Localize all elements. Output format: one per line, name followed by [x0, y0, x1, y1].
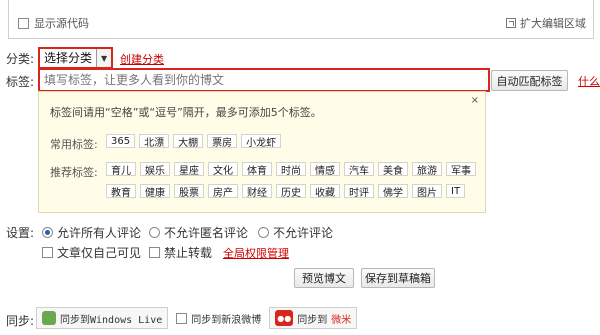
windows-live-icon [42, 311, 56, 325]
tag-chip[interactable]: 教育 [106, 184, 136, 199]
close-icon[interactable]: × [471, 95, 479, 106]
comment-all-label: 允许所有人评论 [57, 226, 142, 240]
sync-weibo-option[interactable]: 同步到新浪微博 [176, 311, 261, 326]
self-only-label: 文章仅自己可见 [57, 246, 142, 260]
tag-chip[interactable]: 图片 [412, 184, 442, 199]
comment-none-label: 不允许评论 [273, 226, 334, 240]
tag-chip[interactable]: 娱乐 [140, 162, 170, 177]
tag-suggestion-panel: × 标签间请用“空格”或“逗号”隔开，最多可添加5个标签。 常用标签: 365 … [38, 91, 486, 213]
tag-chip[interactable]: 365 [106, 134, 136, 148]
self-only-option[interactable]: 文章仅自己可见 [42, 244, 141, 261]
tag-chip[interactable]: 大棚 [173, 134, 204, 149]
category-selected: 选择分类 [44, 51, 93, 65]
sync-weibo-checkbox[interactable] [176, 312, 188, 324]
auto-match-tags-button[interactable]: 自动匹配标签 [491, 70, 568, 91]
tag-chip[interactable]: 星座 [174, 162, 204, 177]
category-select[interactable]: 选择分类 ▼ [38, 47, 114, 69]
sync-label: 同步: [6, 314, 35, 328]
tag-chip[interactable]: 财经 [242, 184, 272, 199]
tag-chip[interactable]: 文化 [208, 162, 238, 177]
tag-chip[interactable]: 体育 [242, 162, 272, 177]
sync-options: 同步到Windows Live 同步到新浪微博 ●● 同步到 微米 [36, 306, 358, 330]
sync-windows-live-button[interactable]: 同步到Windows Live [36, 307, 169, 329]
no-repost-option[interactable]: 禁止转载 [149, 244, 212, 261]
comment-anon-option[interactable]: 不允许匿名评论 [149, 224, 248, 241]
expand-editor-button[interactable]: 扩大编辑区域 [506, 15, 586, 31]
tag-chip[interactable]: 佛学 [378, 184, 408, 199]
self-only-checkbox[interactable] [42, 247, 53, 258]
preview-button[interactable]: 预览博文 [294, 268, 354, 288]
tags-label: 标签: [6, 75, 35, 89]
tag-chip[interactable]: 北漂 [139, 134, 170, 149]
sync-weimi-button[interactable]: ●● 同步到 微米 [269, 307, 358, 329]
tag-hint: 标签间请用“空格”或“逗号”隔开，最多可添加5个标签。 [50, 106, 322, 119]
create-category-link[interactable]: 创建分类 [120, 51, 164, 67]
category-label: 分类: [6, 52, 35, 66]
tag-chip[interactable]: 美食 [378, 162, 408, 177]
permission-link[interactable]: 全局权限管理 [223, 245, 289, 261]
recommended-tags-row1: 育儿 娱乐 星座 文化 体育 时尚 情感 汽车 美食 旅游 军事 [106, 162, 476, 177]
no-repost-checkbox[interactable] [149, 247, 160, 258]
show-source-toggle[interactable]: 显示源代码 [18, 15, 89, 31]
tag-chip[interactable]: 汽车 [344, 162, 374, 177]
common-tags-label: 常用标签: [50, 138, 98, 151]
tag-chip[interactable]: 历史 [276, 184, 306, 199]
tag-chip[interactable]: 时评 [344, 184, 374, 199]
no-repost-label: 禁止转载 [164, 246, 213, 260]
comment-none-radio[interactable] [258, 227, 269, 238]
comment-anon-radio[interactable] [149, 227, 160, 238]
tag-chip[interactable]: 股票 [174, 184, 204, 199]
chevron-down-icon[interactable]: ▼ [96, 49, 112, 67]
tag-chip[interactable]: 育儿 [106, 162, 136, 177]
tag-input-wrapper [38, 68, 490, 92]
recommended-tags-row2: 教育 健康 股票 房产 财经 历史 收藏 时评 佛学 图片 IT [106, 184, 466, 199]
expand-icon [506, 18, 516, 28]
recommended-tags-label: 推荐标签: [50, 166, 98, 179]
comment-none-option[interactable]: 不允许评论 [258, 224, 333, 241]
settings-label: 设置: [6, 226, 35, 240]
tag-chip[interactable]: 军事 [446, 162, 476, 177]
sync-weimi-prefix: 同步到 [297, 314, 328, 326]
common-tags: 365 北漂 大棚 票房 小龙虾 [106, 134, 282, 149]
tag-chip[interactable]: 时尚 [276, 162, 306, 177]
comment-all-option[interactable]: 允许所有人评论 [42, 224, 141, 241]
comment-all-radio[interactable] [42, 227, 53, 238]
what-is-tag-link[interactable]: 什么 [578, 73, 600, 89]
comment-anon-label: 不允许匿名评论 [164, 226, 249, 240]
tag-chip[interactable]: 房产 [208, 184, 238, 199]
tag-input[interactable] [40, 70, 488, 90]
sync-windows-live-label: 同步到Windows Live [60, 314, 163, 326]
tag-chip[interactable]: 情感 [310, 162, 340, 177]
expand-editor-label: 扩大编辑区域 [520, 17, 586, 30]
show-source-label: 显示源代码 [34, 17, 89, 30]
tag-chip[interactable]: 小龙虾 [241, 134, 282, 149]
save-draft-button[interactable]: 保存到草稿箱 [361, 268, 435, 288]
sync-weibo-label: 同步到新浪微博 [191, 314, 262, 326]
sync-weimi-name: 微米 [331, 314, 352, 326]
tag-chip[interactable]: 旅游 [412, 162, 442, 177]
tag-chip[interactable]: 收藏 [310, 184, 340, 199]
show-source-checkbox[interactable] [18, 17, 29, 29]
tag-chip[interactable]: IT [446, 184, 466, 198]
tag-chip[interactable]: 健康 [140, 184, 170, 199]
weimi-icon: ●● [275, 310, 294, 326]
tag-chip[interactable]: 票房 [207, 134, 238, 149]
